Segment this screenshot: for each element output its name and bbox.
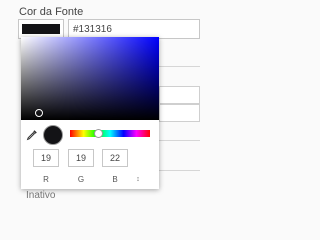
color-swatch-button[interactable] <box>18 19 64 39</box>
mode-toggle-icon[interactable]: ↕ <box>132 174 144 186</box>
red-input[interactable] <box>33 149 59 167</box>
sv-black-gradient <box>21 37 159 120</box>
color-picker-popup: R G B ↕ <box>21 37 159 189</box>
blue-input[interactable] <box>102 149 128 167</box>
hue-slider[interactable] <box>70 130 150 137</box>
color-preview <box>43 125 63 145</box>
eyedropper-icon[interactable] <box>26 129 38 141</box>
red-label: R <box>43 175 49 184</box>
hex-color-input[interactable] <box>68 19 200 39</box>
hue-slider-handle[interactable] <box>94 129 103 138</box>
field-underline <box>159 170 200 171</box>
green-input[interactable] <box>68 149 94 167</box>
saturation-value-area[interactable] <box>21 37 159 120</box>
background-input[interactable] <box>159 104 200 122</box>
sv-handle[interactable] <box>35 109 43 117</box>
blue-label: B <box>112 175 118 184</box>
field-underline <box>159 66 200 67</box>
background-input[interactable] <box>159 86 200 104</box>
status-label: Inativo <box>26 190 56 201</box>
color-swatch <box>22 24 60 34</box>
green-label: G <box>77 175 85 184</box>
font-color-label: Cor da Fonte <box>19 6 84 18</box>
field-underline <box>159 140 200 141</box>
